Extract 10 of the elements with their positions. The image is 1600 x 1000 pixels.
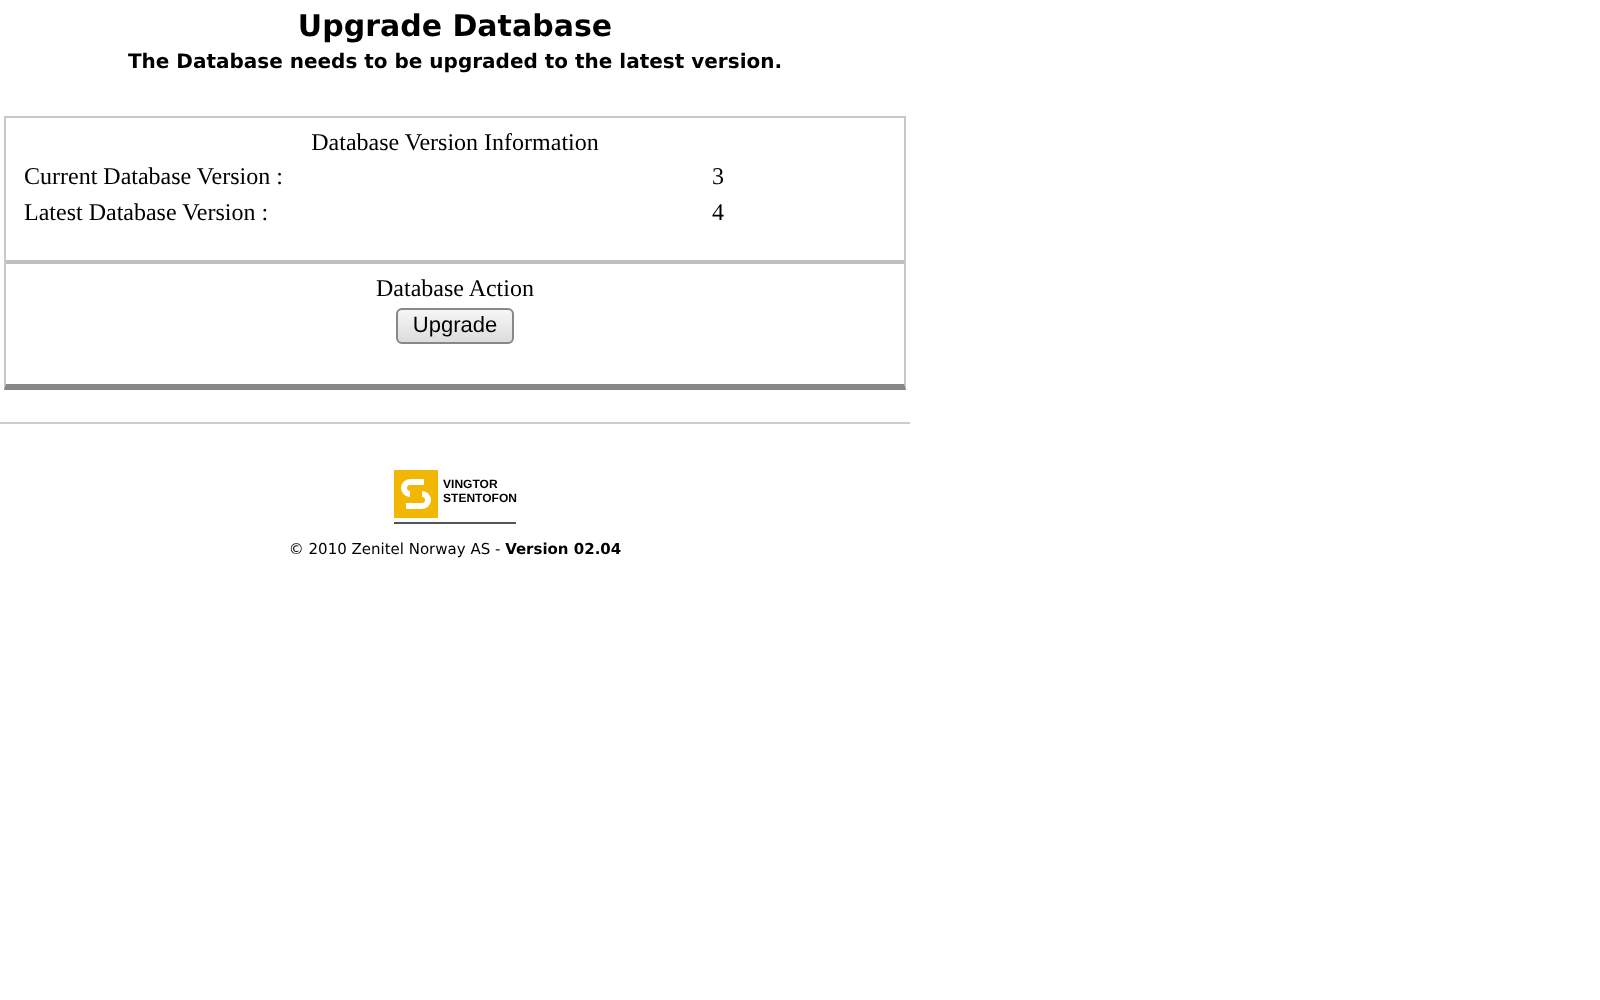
- field-value: 3: [712, 162, 724, 192]
- field-label: Latest Database Version :: [24, 198, 271, 228]
- section-heading: Database Version Information: [309, 128, 601, 156]
- logo-mark-icon: [393, 470, 438, 518]
- field-value: 4: [712, 198, 724, 228]
- upgrade-button[interactable]: Upgrade: [396, 308, 514, 344]
- section-heading: Database Action: [376, 274, 534, 302]
- page-subtitle: The Database needs to be upgraded to the latest version.: [125, 52, 785, 74]
- page-title: Upgrade Database: [295, 8, 615, 44]
- field-label: Current Database Version :: [24, 162, 285, 192]
